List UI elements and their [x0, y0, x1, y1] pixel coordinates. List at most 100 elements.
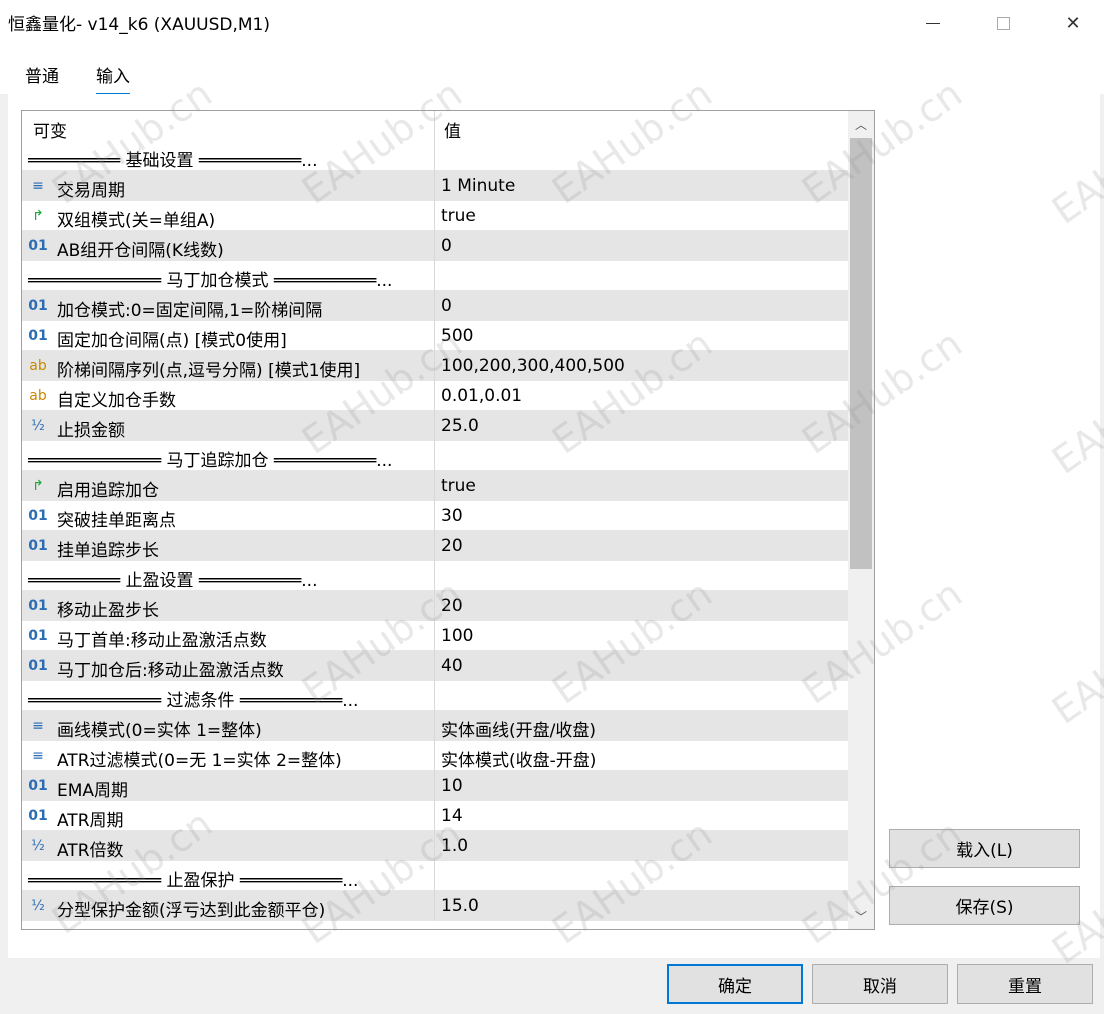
window-title: 恒鑫量化- v14_k6 (XAUUSD,M1) — [8, 15, 270, 35]
parameter-row[interactable]: 01 突破挂单距离点 30 — [22, 501, 848, 531]
parameter-row[interactable]: ½ ATR倍数 1.0 — [22, 831, 848, 861]
parameter-row[interactable]: 01 加仓模式:0=固定间隔,1=阶梯间隔 0 — [22, 291, 848, 321]
parameter-value[interactable]: 20 — [441, 596, 463, 616]
scroll-down-arrow-icon[interactable]: ﹀ — [848, 903, 874, 929]
parameter-name: EMA周期 — [57, 781, 129, 801]
column-divider — [434, 531, 435, 561]
parameters-grid[interactable]: 可变 值 ═════════ 基础设置 ══════════... ≡ 交易周期 1 … — [21, 110, 875, 930]
column-header-variable[interactable]: 可变 — [33, 117, 67, 142]
parameter-row[interactable]: 01 马丁首单:移动止盈激活点数 100 — [22, 621, 848, 651]
enum-type-icon: ≡ — [32, 748, 44, 764]
parameter-row[interactable]: ≡ ATR过滤模式(0=无 1=实体 2=整体) 实体模式(收盘-开盘) — [22, 741, 848, 771]
reset-button[interactable]: 重置 — [957, 964, 1093, 1004]
parameter-row[interactable]: 01 移动止盈步长 20 — [22, 591, 848, 621]
int-type-icon: 01 — [28, 538, 48, 554]
minimize-icon — [926, 22, 940, 24]
parameter-value[interactable]: 0.01,0.01 — [441, 386, 522, 406]
int-type-icon: 01 — [28, 628, 48, 644]
column-divider — [434, 501, 435, 531]
parameter-value[interactable]: 100 — [441, 626, 473, 646]
parameter-name: 交易周期 — [57, 181, 125, 201]
parameter-row[interactable]: 01 EMA周期 10 — [22, 771, 848, 801]
parameter-row[interactable]: 01 挂单追踪步长 20 — [22, 531, 848, 561]
section-header-row[interactable]: ═════════════ 马丁加仓模式 ══════════... — [22, 261, 848, 291]
int-type-icon: 01 — [28, 328, 48, 344]
parameter-row[interactable]: 01 马丁加仓后:移动止盈激活点数 40 — [22, 651, 848, 681]
parameter-row[interactable]: ↱ 启用追踪加仓 true — [22, 471, 848, 501]
column-divider — [434, 561, 435, 591]
parameter-value[interactable]: 100,200,300,400,500 — [441, 356, 625, 376]
parameter-value[interactable]: 1 Minute — [441, 176, 515, 196]
section-header-row[interactable]: ═════════════ 马丁追踪加仓 ══════════... — [22, 441, 848, 471]
column-divider — [434, 201, 435, 231]
parameter-name: ═════════════ 马丁追踪加仓 ══════════... — [28, 451, 393, 471]
section-header-row[interactable]: ═════════════ 过滤条件 ══════════... — [22, 681, 848, 711]
parameter-value[interactable]: 500 — [441, 326, 473, 346]
scroll-up-arrow-icon[interactable]: ︿ — [848, 111, 874, 137]
parameter-name: 止损金额 — [57, 421, 125, 441]
tab-inputs[interactable]: 输入 — [96, 62, 130, 95]
parameter-name: 马丁首单:移动止盈激活点数 — [57, 631, 267, 651]
int-type-icon: 01 — [28, 508, 48, 524]
parameter-value[interactable]: true — [441, 476, 476, 496]
column-divider — [434, 591, 435, 621]
parameter-name: 固定加仓间隔(点) [模式0使用] — [57, 331, 287, 351]
parameter-name: 画线模式(0=实体 1=整体) — [57, 721, 262, 741]
parameter-value[interactable]: 实体模式(收盘-开盘) — [441, 746, 596, 771]
ok-button[interactable]: 确定 — [667, 964, 803, 1004]
load-button[interactable]: 载入(L) — [889, 829, 1080, 868]
parameter-name: 自定义加仓手数 — [57, 391, 176, 411]
parameter-value[interactable]: 1.0 — [441, 836, 468, 856]
parameter-row[interactable]: ab 阶梯间隔序列(点,逗号分隔) [模式1使用] 100,200,300,400,… — [22, 351, 848, 381]
parameter-value[interactable]: 实体画线(开盘/收盘) — [441, 716, 596, 741]
column-divider — [434, 861, 435, 891]
parameter-row[interactable]: ↱ 双组模式(关=单组A) true — [22, 201, 848, 231]
column-divider — [434, 381, 435, 411]
vertical-scrollbar[interactable]: ︿ ﹀ — [848, 111, 874, 929]
minimize-button[interactable] — [898, 0, 968, 46]
title-bar: 恒鑫量化- v14_k6 (XAUUSD,M1) ✕ — [0, 0, 1104, 46]
parameter-row[interactable]: ab 自定义加仓手数 0.01,0.01 — [22, 381, 848, 411]
save-button[interactable]: 保存(S) — [889, 886, 1080, 925]
parameter-name: ═════════ 基础设置 ══════════... — [28, 151, 318, 171]
parameter-row[interactable]: 01 AB组开仓间隔(K线数) 0 — [22, 231, 848, 261]
tab-bar: 普通 输入 — [0, 46, 1104, 95]
section-header-row[interactable]: ═════════ 基础设置 ══════════... — [22, 141, 848, 171]
section-header-row[interactable]: ═════════════ 止盈保护 ══════════... — [22, 861, 848, 891]
parameter-value[interactable]: true — [441, 206, 476, 226]
scroll-thumb[interactable] — [850, 138, 872, 569]
grid-rows: ═════════ 基础设置 ══════════... ≡ 交易周期 1 Minut… — [22, 141, 848, 921]
column-divider — [434, 321, 435, 351]
parameter-row[interactable]: ½ 止损金额 25.0 — [22, 411, 848, 441]
column-divider — [434, 471, 435, 501]
parameter-value[interactable]: 10 — [441, 776, 463, 796]
int-type-icon: 01 — [28, 808, 48, 824]
column-divider — [434, 411, 435, 441]
section-header-row[interactable]: ═════════ 止盈设置 ══════════... — [22, 561, 848, 591]
parameter-row[interactable]: 01 固定加仓间隔(点) [模式0使用] 500 — [22, 321, 848, 351]
parameter-value[interactable]: 0 — [441, 236, 452, 256]
parameter-value[interactable]: 40 — [441, 656, 463, 676]
parameter-value[interactable]: 15.0 — [441, 896, 479, 916]
column-header-value[interactable]: 值 — [444, 117, 461, 142]
cancel-button[interactable]: 取消 — [812, 964, 948, 1004]
maximize-button[interactable] — [968, 0, 1038, 46]
parameter-value[interactable]: 0 — [441, 296, 452, 316]
column-divider — [434, 261, 435, 291]
parameter-value[interactable]: 14 — [441, 806, 463, 826]
column-divider — [434, 351, 435, 381]
column-divider — [434, 801, 435, 831]
parameter-row[interactable]: ≡ 交易周期 1 Minute — [22, 171, 848, 201]
parameter-value[interactable]: 25.0 — [441, 416, 479, 436]
parameter-row[interactable]: ½ 分型保护金额(浮亏达到此金额平仓) 15.0 — [22, 891, 848, 921]
parameter-value[interactable]: 20 — [441, 536, 463, 556]
parameter-name: ═════════════ 过滤条件 ══════════... — [28, 691, 359, 711]
column-divider — [434, 141, 435, 171]
tab-general[interactable]: 普通 — [25, 62, 59, 87]
parameter-row[interactable]: ≡ 画线模式(0=实体 1=整体) 实体画线(开盘/收盘) — [22, 711, 848, 741]
parameter-value[interactable]: 30 — [441, 506, 463, 526]
parameter-row[interactable]: 01 ATR周期 14 — [22, 801, 848, 831]
parameter-name: 突破挂单距离点 — [57, 511, 176, 531]
parameter-name: ATR过滤模式(0=无 1=实体 2=整体) — [57, 751, 342, 771]
close-button[interactable]: ✕ — [1038, 0, 1104, 46]
